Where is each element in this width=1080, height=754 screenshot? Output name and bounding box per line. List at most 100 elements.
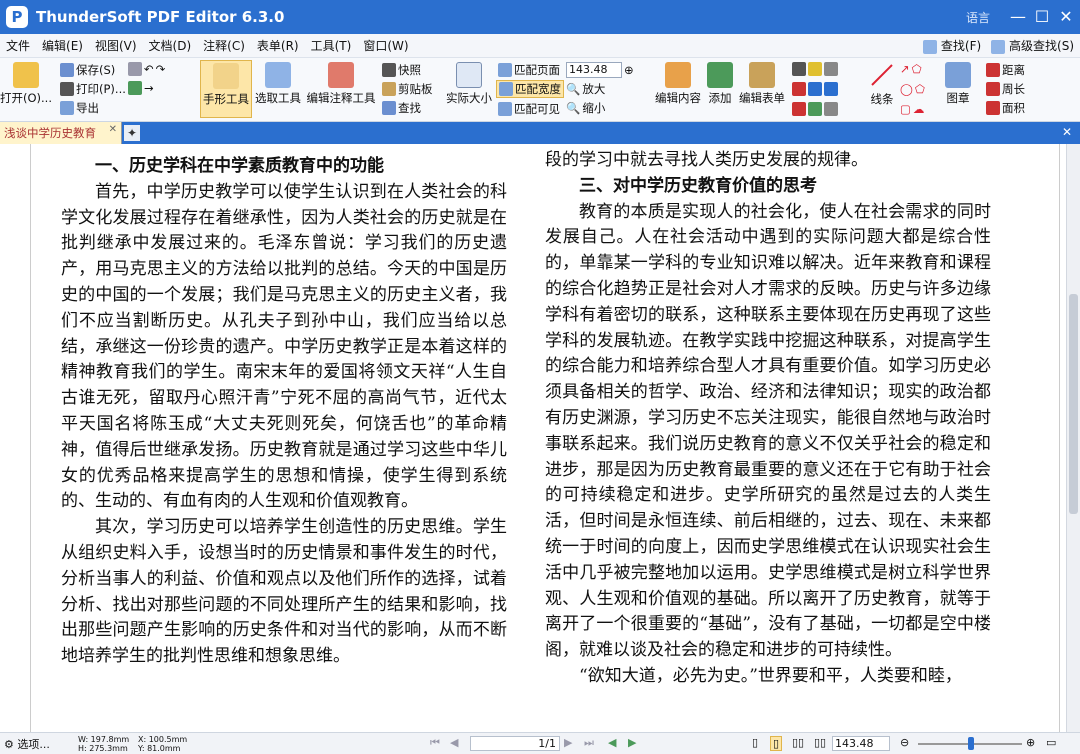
next-page-icon[interactable]: ▶ (564, 736, 572, 749)
zoom-in-icon[interactable]: ⊕ (624, 63, 634, 77)
fit-visible-button[interactable]: 匹配可见 (498, 101, 560, 117)
zoom-out-button[interactable]: 🔍 缩小 (566, 100, 605, 116)
nav-group[interactable]: → (128, 81, 154, 95)
continuous-page-icon[interactable]: ▯ (770, 736, 783, 751)
menu-window[interactable]: 窗口(W) (357, 37, 414, 54)
forward-icon[interactable]: ▶ (628, 736, 636, 749)
fit-screen-icon[interactable]: ▭ (1046, 736, 1056, 749)
single-page-icon[interactable]: ▯ (752, 736, 758, 749)
minimize-button[interactable]: — (1008, 6, 1028, 26)
zoom-in-button[interactable]: 🔍 放大 (566, 81, 605, 97)
first-page-icon[interactable]: ⏮ (430, 736, 440, 750)
text-icon (808, 62, 822, 76)
find-tool-button[interactable]: 查找 (382, 100, 421, 116)
two-page-continuous-icon[interactable]: ▯▯ (814, 736, 826, 749)
textbox-icon (808, 82, 822, 96)
stamp-button[interactable]: 图章 (942, 60, 974, 118)
language-menu[interactable]: 语言 (966, 9, 990, 26)
shape-tools-2[interactable]: ◯ ⬠ (900, 82, 925, 96)
hand-tool-button[interactable]: 手形工具 (200, 60, 252, 118)
fit-width-button[interactable]: 匹配宽度 (496, 80, 564, 98)
scrollbar-thumb[interactable] (1069, 294, 1078, 514)
undo-redo-group[interactable]: ↶ ↷ (128, 62, 165, 76)
zoom-slider-handle[interactable] (968, 737, 974, 750)
area-button[interactable]: 面积 (986, 100, 1025, 116)
hand-icon (213, 63, 239, 89)
actual-size-button[interactable]: 实际大小 (444, 60, 494, 118)
menu-comment[interactable]: 注释(C) (197, 37, 251, 54)
redo-icon[interactable]: ↷ (156, 62, 166, 76)
menu-form[interactable]: 表单(R) (251, 37, 305, 54)
page-input[interactable]: 1/1 (470, 736, 560, 751)
advanced-find-icon (991, 39, 1006, 54)
paragraph-3: 教育的本质是实现人的社会化，使人在社会需求的同时发展自己。人在社会活动中遇到的实… (545, 201, 991, 661)
distance-icon (986, 63, 1000, 77)
close-doc-icon[interactable]: ✕ (1062, 125, 1072, 139)
magnifier-minus-icon: 🔍 (566, 101, 581, 115)
find-button[interactable]: 查找(F) (923, 37, 981, 54)
save-button[interactable]: 保存(S) (60, 62, 115, 78)
close-tab-icon[interactable]: ✕ (109, 124, 117, 135)
close-button[interactable]: ✕ (1056, 6, 1076, 26)
find-icon (923, 39, 938, 54)
new-tab-button[interactable]: ✦ (124, 125, 140, 141)
fit-visible-label: 匹配可见 (514, 102, 560, 116)
back-icon[interactable]: ◀ (608, 736, 616, 749)
maximize-button[interactable]: ☐ (1032, 6, 1052, 26)
menu-view[interactable]: 视图(V) (89, 37, 143, 54)
fit-page-button[interactable]: 匹配页面 (498, 62, 560, 78)
magnifier-plus-icon: 🔍 (566, 82, 581, 96)
edit-content-button[interactable]: 编辑内容 (652, 60, 704, 118)
menu-document[interactable]: 文档(D) (143, 37, 198, 54)
undo-icon[interactable]: ↶ (144, 62, 154, 76)
zoom-out-icon[interactable]: ⊖ (900, 736, 909, 749)
vertical-scrollbar[interactable] (1066, 144, 1080, 732)
menu-tools[interactable]: 工具(T) (305, 37, 358, 54)
options-button[interactable]: ⚙ 选项... (4, 736, 50, 752)
status-zoom-input[interactable]: 143.48 (832, 736, 890, 751)
snapshot-button[interactable]: 快照 (382, 62, 421, 78)
two-page-icon[interactable]: ▯▯ (792, 736, 804, 749)
next-icon[interactable]: → (144, 81, 154, 95)
title-bar: P ThunderSoft PDF Editor 6.3.0 语言 — ☐ ✕ (0, 0, 1080, 34)
shape-tools[interactable]: ↗ ⬠ (900, 62, 922, 76)
add-button[interactable]: 添加 (704, 60, 736, 118)
edit-content-label: 编辑内容 (655, 91, 701, 105)
form-tools-2[interactable] (792, 82, 838, 96)
perimeter-button[interactable]: 周长 (986, 81, 1025, 97)
pdf-page: 一、历史学科在中学素质教育中的功能 首先，中学历史教学可以使学生认识到在人类社会… (30, 144, 1060, 732)
oval-icon: ◯ (900, 82, 913, 96)
document-viewer[interactable]: 一、历史学科在中学素质教育中的功能 首先，中学历史教学可以使学生认识到在人类社会… (0, 144, 1080, 732)
toolbar: 打开(O)... 保存(S) 打印(P)... 导出 ↶ ↷ → 手形工具 选取工… (0, 58, 1080, 122)
select-tool-button[interactable]: 选取工具 (252, 60, 304, 118)
zoom-select[interactable]: 143.48 ⊕ (566, 62, 634, 78)
zoom-in-status-icon[interactable]: ⊕ (1026, 736, 1035, 749)
distance-button[interactable]: 距离 (986, 62, 1025, 78)
clipboard-label: 剪贴板 (398, 82, 433, 96)
edit-annotation-button[interactable]: 编辑注释工具 (304, 60, 378, 118)
edit-form-button[interactable]: 编辑表单 (736, 60, 788, 118)
perimeter-label: 周长 (1002, 82, 1025, 96)
menu-file[interactable]: 文件 (0, 37, 36, 54)
fit-page-label: 匹配页面 (514, 63, 560, 77)
fit-page-icon (498, 63, 512, 77)
zoom-value[interactable]: 143.48 (566, 62, 622, 78)
export-button[interactable]: 导出 (60, 100, 99, 116)
form-tools-3[interactable] (792, 102, 838, 116)
tab-document[interactable]: 浅谈中学历史教育 ✕ (0, 122, 122, 144)
clipboard-button[interactable]: 剪贴板 (382, 81, 433, 97)
menu-edit[interactable]: 编辑(E) (36, 37, 89, 54)
form-tools[interactable] (792, 62, 838, 76)
open-button[interactable]: 打开(O)... (0, 60, 52, 118)
advanced-find-button[interactable]: 高级查找(S) (991, 37, 1074, 54)
last-page-icon[interactable]: ⏭ (584, 736, 594, 750)
tab-document-label: 浅谈中学历史教育 (4, 126, 96, 140)
print-button[interactable]: 打印(P)... (60, 81, 126, 97)
hand-label: 手形工具 (203, 92, 249, 106)
shape-tools-3[interactable]: ▢ ☁ (900, 102, 924, 116)
actual-size-label: 实际大小 (446, 91, 492, 105)
select-icon (265, 62, 291, 88)
prev-page-icon[interactable]: ◀ (450, 736, 458, 749)
line-button[interactable]: 线条 (866, 60, 898, 118)
options-label: 选项... (17, 738, 50, 751)
